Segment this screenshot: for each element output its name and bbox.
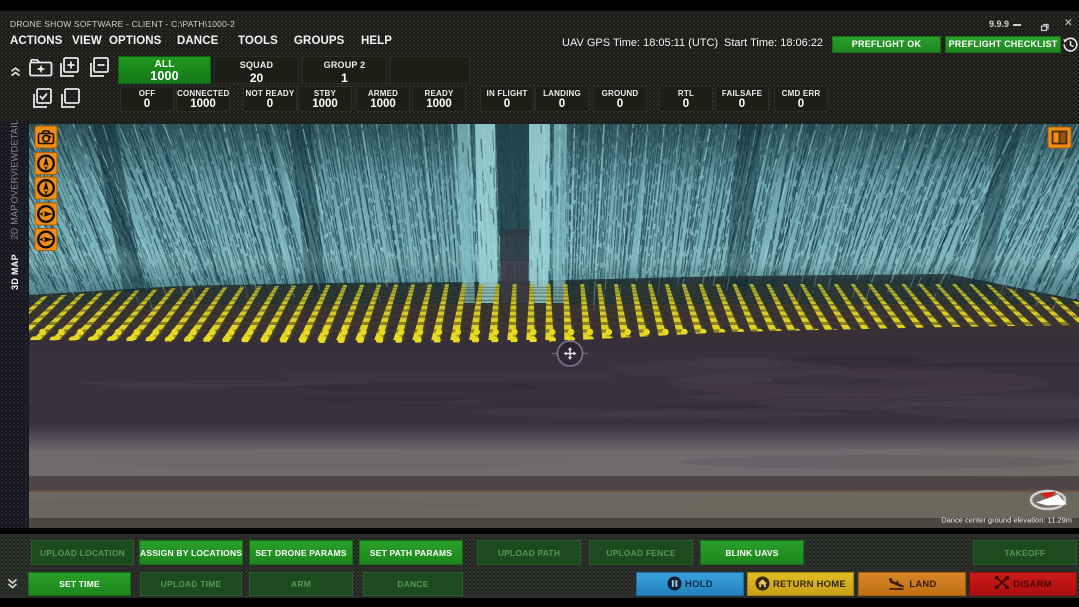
svg-text:Dance center ground elevation:: Dance center ground elevation: 11.29m [941,516,1072,525]
